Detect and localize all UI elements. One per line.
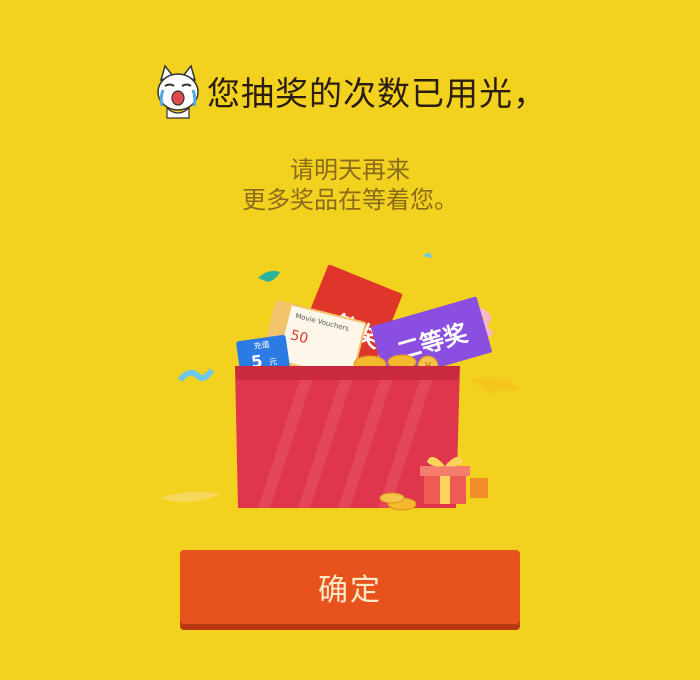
prize-box-illustration: 一等奖 二等奖 Movie Vouchers 50 充值 5 元 ¥ — [160, 252, 520, 511]
confetti-ribbon — [177, 368, 215, 383]
crying-cat-icon — [157, 64, 199, 119]
dialog-title: 您抽奖的次数已用光， — [0, 62, 700, 120]
confetti-streamer — [160, 491, 220, 503]
coin-icon — [379, 492, 405, 504]
confetti-streamer — [470, 377, 520, 394]
subtitle-line-2: 更多奖品在等着您。 — [242, 186, 458, 214]
confetti-ribbon — [258, 270, 280, 282]
confetti-piece — [422, 252, 432, 258]
confirm-button-label: 确定 — [318, 573, 382, 608]
dialog-title-text: 您抽奖的次数已用光， — [207, 74, 547, 113]
recharge-unit: 元 — [268, 357, 277, 367]
gift-box-icon — [420, 456, 488, 504]
confirm-button[interactable]: 确定 — [180, 550, 520, 630]
